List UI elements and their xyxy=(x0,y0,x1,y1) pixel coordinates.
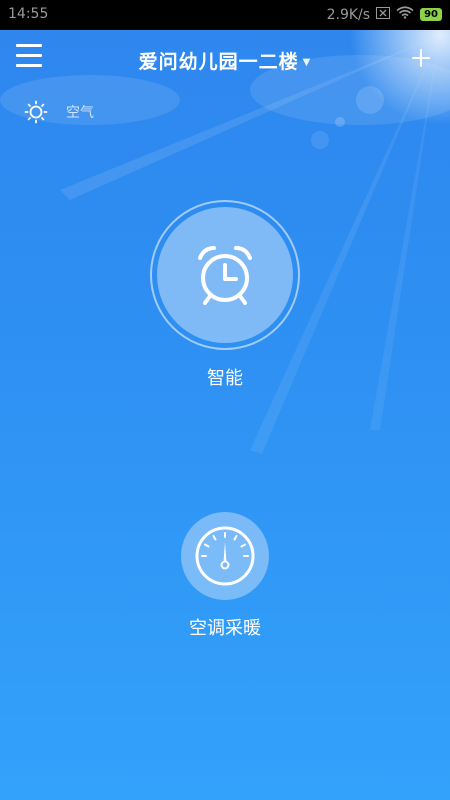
smart-ring xyxy=(150,200,300,350)
smart-feature-button[interactable]: 智能 xyxy=(150,200,300,390)
status-right-group: 2.9K/s 90 xyxy=(327,6,442,23)
smart-disc xyxy=(157,207,293,343)
sun-icon xyxy=(24,100,48,124)
ac-heating-button[interactable]: 空调采暖 xyxy=(160,512,290,640)
sky-background-decoration xyxy=(0,30,450,454)
add-button[interactable] xyxy=(406,43,436,73)
air-quality-label: 空气 xyxy=(66,105,94,121)
sim-x-icon xyxy=(376,6,391,23)
smart-label: 智能 xyxy=(207,368,243,389)
caret-down-icon: ▼ xyxy=(302,57,312,68)
weather-widget[interactable]: 空气 xyxy=(24,100,94,124)
network-speed: 2.9K/s xyxy=(326,6,371,23)
alarm-clock-icon xyxy=(198,246,252,305)
page-title: 爱问幼儿园一二楼 xyxy=(138,51,299,73)
gauge-icon xyxy=(195,526,255,586)
location-selector[interactable]: 爱问幼儿园一二楼 ▼ xyxy=(0,47,450,74)
ac-heating-label: 空调采暖 xyxy=(189,618,261,639)
battery-indicator: 90 xyxy=(420,8,442,21)
status-time: 14:55 xyxy=(8,6,49,22)
app-header: 爱问幼儿园一二楼 ▼ xyxy=(0,30,450,90)
ac-disc xyxy=(181,512,269,600)
wifi-icon xyxy=(396,6,414,23)
status-bar: 14:55 2.9K/s 90 xyxy=(0,0,450,30)
